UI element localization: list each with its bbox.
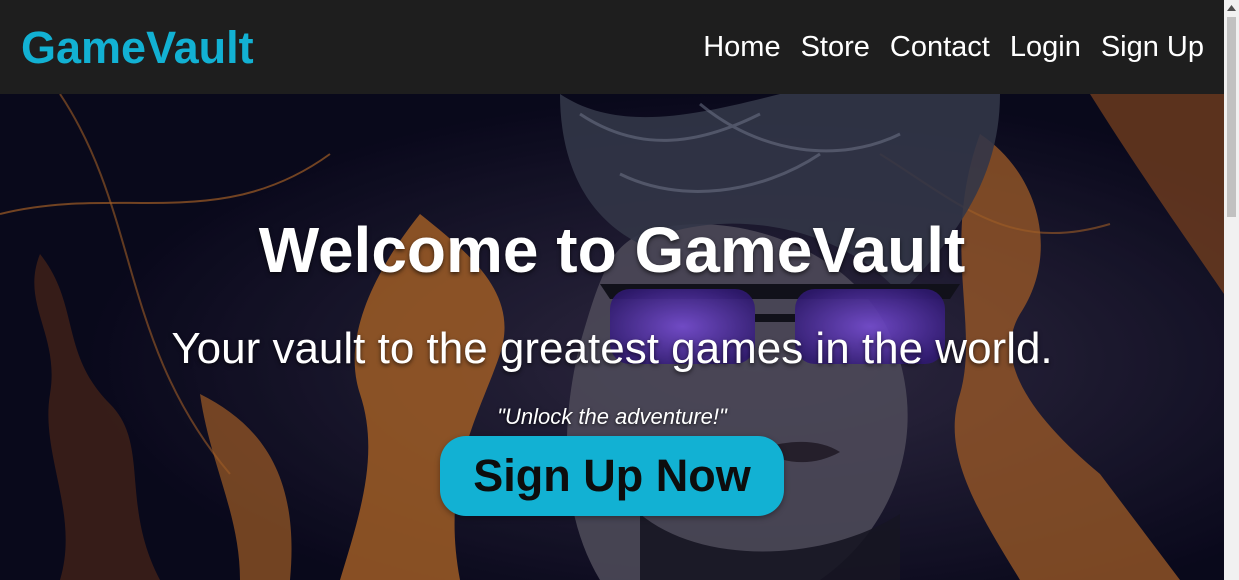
- nav-link-store[interactable]: Store: [801, 32, 870, 62]
- scroll-up-arrow-icon[interactable]: [1224, 0, 1239, 15]
- navbar: GameVault Home Store Contact Login Sign …: [0, 0, 1224, 94]
- hero-content: Welcome to GameVault Your vault to the g…: [0, 94, 1224, 580]
- brand-logo[interactable]: GameVault: [21, 25, 254, 70]
- nav-link-home[interactable]: Home: [703, 32, 780, 62]
- nav-link-login[interactable]: Login: [1010, 32, 1081, 62]
- nav-link-sign-up[interactable]: Sign Up: [1101, 32, 1204, 62]
- hero-tagline: "Unlock the adventure!": [497, 404, 727, 429]
- hero-subtitle: Your vault to the greatest games in the …: [171, 324, 1053, 373]
- hero-section: Welcome to GameVault Your vault to the g…: [0, 94, 1224, 580]
- sign-up-now-button[interactable]: Sign Up Now: [440, 436, 784, 516]
- nav-links: Home Store Contact Login Sign Up: [703, 32, 1204, 62]
- hero-title: Welcome to GameVault: [258, 214, 966, 286]
- nav-link-contact[interactable]: Contact: [890, 32, 990, 62]
- scrollbar-thumb[interactable]: [1227, 17, 1236, 217]
- vertical-scrollbar[interactable]: [1224, 0, 1239, 580]
